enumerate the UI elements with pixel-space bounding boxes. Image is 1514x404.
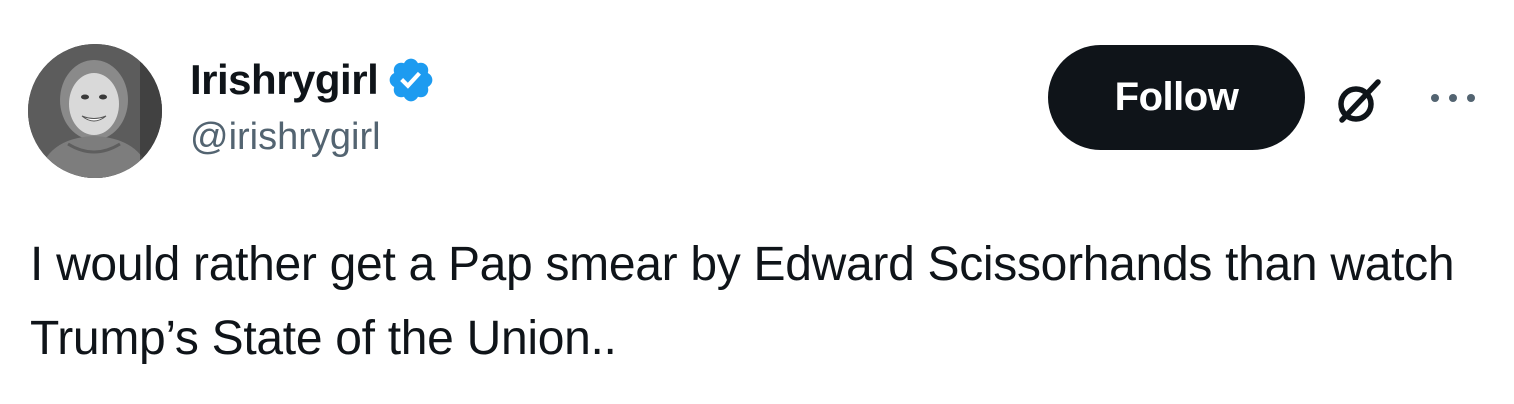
grok-icon[interactable]	[1330, 74, 1386, 130]
name-row: Irishrygirl	[190, 52, 436, 108]
user-identity: Irishrygirl @irishrygirl	[190, 52, 436, 162]
avatar-photo	[28, 44, 162, 178]
more-options-icon[interactable]	[1425, 84, 1481, 112]
tweet-card: Irishrygirl @irishrygirl Follow I would …	[0, 0, 1514, 404]
verified-badge-icon[interactable]	[386, 55, 436, 105]
user-handle[interactable]: @irishrygirl	[190, 112, 436, 162]
follow-button[interactable]: Follow	[1048, 45, 1305, 150]
avatar[interactable]	[28, 44, 162, 178]
display-name[interactable]: Irishrygirl	[190, 52, 379, 108]
tweet-text: I would rather get a Pap smear by Edward…	[30, 238, 1467, 365]
